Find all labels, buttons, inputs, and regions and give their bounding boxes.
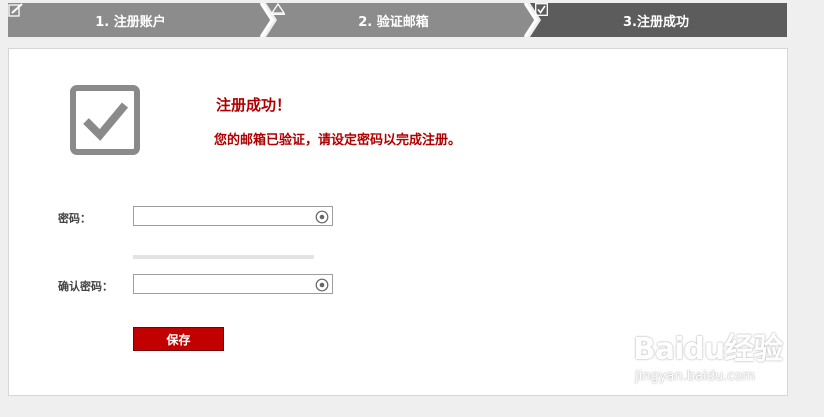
password-label: 密码：	[58, 212, 91, 225]
virtual-keyboard-icon[interactable]	[315, 277, 329, 296]
watermark-url: jingyan.baidu.com	[635, 369, 755, 384]
registration-steps: 1. 注册账户 2. 验证邮箱 3.注册成功	[8, 3, 787, 37]
confirm-password-field-box	[133, 274, 333, 296]
step-register-account: 1. 注册账户	[8, 3, 263, 37]
save-button[interactable]: 保存	[133, 327, 224, 351]
confirm-password-input[interactable]	[134, 277, 322, 295]
step-registration-success: 3.注册成功	[535, 3, 787, 37]
step-label: 2. 验证邮箱	[358, 14, 429, 30]
virtual-keyboard-icon[interactable]	[315, 209, 329, 228]
password-input[interactable]	[134, 209, 322, 227]
checkbox-checked-icon	[70, 85, 140, 159]
confirm-password-label: 确认密码：	[58, 280, 113, 293]
step-verify-email: 2. 验证邮箱	[271, 3, 526, 37]
success-message: 您的邮箱已验证，请设定密码以完成注册。	[214, 133, 462, 148]
password-field-box	[133, 206, 333, 228]
watermark-brand: Baidu经验	[633, 332, 783, 367]
success-title: 注册成功！	[216, 96, 292, 114]
step-label: 1. 注册账户	[95, 14, 166, 30]
password-strength-bar	[133, 255, 314, 259]
step-label: 3.注册成功	[623, 14, 689, 30]
